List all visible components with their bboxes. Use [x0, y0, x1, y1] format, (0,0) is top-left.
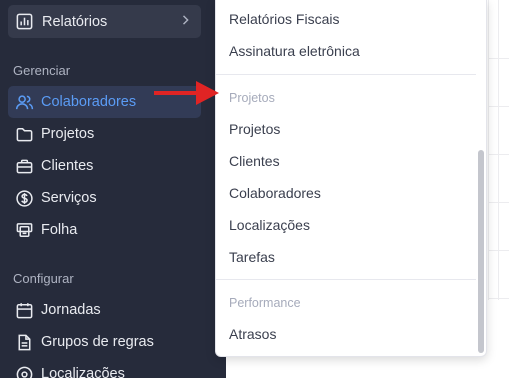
sidebar-item-label: Localizações	[41, 366, 125, 378]
section-title-manage: Gerenciar	[13, 63, 71, 78]
grid-line	[488, 154, 509, 155]
report-chart-icon	[15, 12, 35, 32]
grid-line	[488, 298, 509, 299]
sidebar-item-grupos-de-regras[interactable]: Grupos de regras	[8, 326, 201, 358]
grid-line	[488, 106, 509, 107]
sidebar-item-label: Grupos de regras	[41, 334, 154, 350]
briefcase-icon	[14, 156, 34, 176]
payroll-icon	[14, 220, 34, 240]
menu-item-clientes[interactable]: Clientes	[229, 153, 280, 169]
folder-icon	[14, 124, 34, 144]
grid-line	[488, 0, 489, 300]
sidebar: Relatórios Gerenciar Colaboradores Proje…	[0, 0, 226, 378]
reports-label: Relatórios	[42, 13, 108, 30]
grid-line	[498, 0, 499, 300]
menu-group-title-projetos: Projetos	[229, 91, 275, 105]
sidebar-item-label: Folha	[41, 222, 78, 238]
sidebar-item-label: Projetos	[41, 126, 95, 142]
grid-line	[488, 250, 509, 251]
sidebar-item-localizacoes[interactable]: Localizações	[8, 358, 201, 378]
sidebar-item-label: Colaboradores	[41, 94, 137, 110]
menu-divider	[216, 279, 476, 280]
menu-divider	[216, 74, 476, 75]
sidebar-item-folha[interactable]: Folha	[8, 214, 201, 246]
rules-document-icon	[14, 332, 34, 352]
menu-item-tarefas[interactable]: Tarefas	[229, 249, 275, 265]
sidebar-item-projetos[interactable]: Projetos	[8, 118, 201, 150]
sidebar-item-label: Serviços	[41, 190, 97, 206]
section-title-configure: Configurar	[13, 271, 74, 286]
reports-dropdown-menu: Relatórios Fiscais Assinatura eletrônica…	[215, 0, 487, 357]
menu-item-colaboradores[interactable]: Colaboradores	[229, 185, 321, 201]
dollar-circle-icon	[14, 188, 34, 208]
red-arrow-icon	[154, 81, 219, 105]
grid-line	[488, 58, 509, 59]
menu-item-relatorios-fiscais[interactable]: Relatórios Fiscais	[229, 11, 339, 27]
menu-scrollbar[interactable]	[478, 150, 484, 353]
menu-group-title-performance: Performance	[229, 296, 301, 310]
menu-item-localizacoes[interactable]: Localizações	[229, 217, 310, 233]
grid-line	[488, 202, 509, 203]
chevron-right-icon	[181, 13, 191, 31]
menu-item-atrasos[interactable]: Atrasos	[229, 326, 276, 342]
menu-item-projetos[interactable]: Projetos	[229, 121, 280, 137]
menu-item-assinatura-eletronica[interactable]: Assinatura eletrônica	[229, 43, 360, 59]
reports-menu-button[interactable]: Relatórios	[8, 5, 201, 38]
sidebar-item-label: Clientes	[41, 158, 94, 174]
sidebar-item-jornadas[interactable]: Jornadas	[8, 294, 201, 326]
calendar-icon	[14, 300, 34, 320]
sidebar-item-clientes[interactable]: Clientes	[8, 150, 201, 182]
sidebar-item-label: Jornadas	[41, 302, 101, 318]
location-icon	[14, 364, 34, 378]
sidebar-item-servicos[interactable]: Serviços	[8, 182, 201, 214]
users-icon	[14, 92, 34, 112]
